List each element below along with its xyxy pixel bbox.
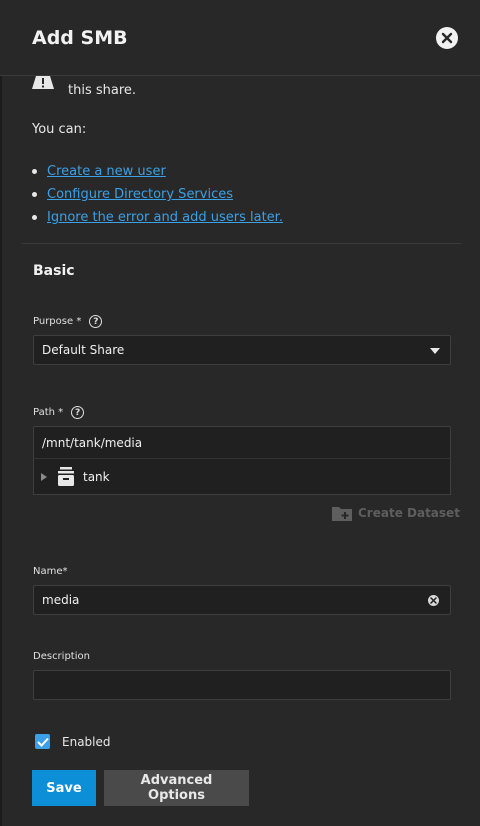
path-input[interactable]: /mnt/tank/media xyxy=(33,426,451,459)
dialog-title: Add SMB xyxy=(32,27,128,49)
help-icon[interactable]: ? xyxy=(89,315,103,328)
path-value: /mnt/tank/media xyxy=(42,435,143,450)
divider xyxy=(22,243,462,244)
section-title-basic: Basic xyxy=(33,263,75,279)
bullet xyxy=(32,169,37,174)
close-icon[interactable] xyxy=(436,27,458,49)
name-value: media xyxy=(42,593,80,607)
advanced-options-button[interactable]: Advanced Options xyxy=(104,770,249,806)
create-dataset-button[interactable]: Create Dataset xyxy=(332,505,460,521)
help-icon[interactable]: ? xyxy=(71,406,85,419)
clear-icon[interactable] xyxy=(428,595,439,606)
required-mark: * xyxy=(58,407,64,418)
tree-node-label: tank xyxy=(83,469,110,484)
path-label: Path * ? xyxy=(33,406,85,419)
create-user-link[interactable]: Create a new user xyxy=(47,164,166,179)
you-can-text: You can: xyxy=(32,122,87,137)
close-x-glyph xyxy=(441,32,453,44)
dialog-header: Add SMB xyxy=(0,0,480,76)
folder-plus-icon xyxy=(332,507,352,521)
description-input[interactable] xyxy=(33,670,451,700)
clear-x-glyph xyxy=(430,597,437,604)
name-label-text: Name xyxy=(33,566,63,577)
enabled-checkbox[interactable] xyxy=(35,734,50,749)
expand-arrow-icon[interactable] xyxy=(41,472,47,481)
description-label: Description xyxy=(33,651,90,662)
pool-storage-icon xyxy=(58,466,74,486)
list-item: Create a new user xyxy=(32,160,283,183)
required-mark: * xyxy=(76,316,82,327)
bullet xyxy=(32,192,37,197)
checkmark-icon xyxy=(36,737,49,747)
description-label-text: Description xyxy=(33,651,90,662)
panel-edge xyxy=(0,0,2,826)
create-dataset-label: Create Dataset xyxy=(358,506,460,520)
chevron-down-icon xyxy=(430,348,440,354)
purpose-value: Default Share xyxy=(42,343,125,357)
purpose-label-text: Purpose xyxy=(33,316,74,327)
ignore-error-link[interactable]: Ignore the error and add users later. xyxy=(47,210,283,225)
enabled-label: Enabled xyxy=(62,735,111,749)
list-item: Configure Directory Services xyxy=(32,183,283,206)
action-links: Create a new user Configure Directory Se… xyxy=(32,160,283,229)
bullet xyxy=(32,215,37,220)
name-input[interactable]: media xyxy=(33,585,451,615)
save-button[interactable]: Save xyxy=(32,770,96,806)
name-label: Name * xyxy=(33,566,68,577)
purpose-label: Purpose * ? xyxy=(33,315,103,328)
warning-icon xyxy=(32,76,54,89)
purpose-select[interactable]: Default Share xyxy=(33,335,451,365)
required-mark: * xyxy=(62,566,68,577)
list-item: Ignore the error and add users later. xyxy=(32,206,283,229)
tree-node-tank[interactable]: tank xyxy=(33,458,451,495)
path-label-text: Path xyxy=(33,407,55,418)
warning-text: this share. xyxy=(68,83,137,98)
directory-services-link[interactable]: Configure Directory Services xyxy=(47,187,233,202)
